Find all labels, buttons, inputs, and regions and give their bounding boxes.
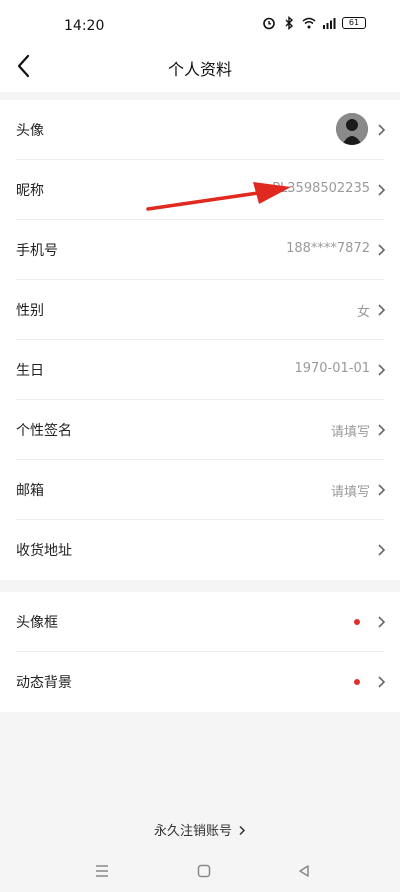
chevron-right-icon <box>378 184 386 196</box>
page-title: 个人资料 <box>167 60 232 79</box>
home-square-icon[interactable] <box>196 863 212 879</box>
menu-icon[interactable] <box>94 863 110 879</box>
row-label: 邮箱 <box>16 483 44 499</box>
row-phone[interactable]: 手机号 188****7872 <box>0 220 400 280</box>
back-triangle-icon[interactable] <box>296 863 312 879</box>
row-gender[interactable]: 性别 女 <box>0 280 400 340</box>
chevron-right-icon <box>378 364 386 376</box>
chevron-right-icon <box>239 825 246 836</box>
cancel-account-label: 永久注销账号 <box>153 824 232 839</box>
row-label: 个性签名 <box>16 423 72 439</box>
battery-indicator: 61 <box>342 17 366 29</box>
row-signature[interactable]: 个性签名 请填写 <box>0 400 400 460</box>
wifi-icon <box>302 17 316 29</box>
bluetooth-icon <box>285 16 294 30</box>
signature-value: 请填写 <box>330 425 370 440</box>
nickname-value: PL3598502235 <box>272 181 370 196</box>
signal-icon <box>323 18 336 29</box>
chevron-right-icon <box>378 424 386 436</box>
decoration-section: 头像框 动态背景 <box>0 592 400 712</box>
cancel-account-link[interactable]: 永久注销账号 <box>0 820 400 839</box>
chevron-right-icon <box>378 244 386 256</box>
chevron-right-icon <box>378 616 386 628</box>
row-label: 头像框 <box>16 615 58 631</box>
chevron-right-icon <box>378 676 386 688</box>
profile-info-section: 头像 昵称 PL3598502235 手机号 188****7872 性别 女 … <box>0 100 400 580</box>
chevron-right-icon <box>378 124 386 136</box>
status-icons: 61 <box>262 16 366 30</box>
avatar <box>336 113 368 145</box>
row-label: 收货地址 <box>16 543 72 559</box>
row-label: 动态背景 <box>16 675 72 691</box>
chevron-right-icon <box>378 484 386 496</box>
row-avatar-frame[interactable]: 头像框 <box>0 592 400 652</box>
email-value: 请填写 <box>330 485 370 500</box>
row-dynamic-background[interactable]: 动态背景 <box>0 652 400 712</box>
nav-bar: 个人资料 <box>0 40 400 92</box>
chevron-right-icon <box>378 544 386 556</box>
row-label: 头像 <box>16 123 44 139</box>
gender-value: 女 <box>356 305 370 320</box>
row-birthday[interactable]: 生日 1970-01-01 <box>0 340 400 400</box>
phone-value: 188****7872 <box>286 241 370 256</box>
row-address[interactable]: 收货地址 <box>0 520 400 580</box>
red-dot-badge <box>354 679 360 685</box>
row-email[interactable]: 邮箱 请填写 <box>0 460 400 520</box>
row-avatar[interactable]: 头像 <box>0 100 400 160</box>
row-nickname[interactable]: 昵称 PL3598502235 <box>0 160 400 220</box>
row-label: 性别 <box>16 303 44 319</box>
row-label: 昵称 <box>16 183 44 199</box>
birthday-value: 1970-01-01 <box>294 361 370 376</box>
avatar-image <box>336 113 368 145</box>
alarm-icon <box>263 17 275 30</box>
row-label: 生日 <box>16 363 44 379</box>
chevron-right-icon <box>378 304 386 316</box>
red-dot-badge <box>354 619 360 625</box>
row-label: 手机号 <box>16 243 58 259</box>
status-time: 14:20 <box>64 18 105 34</box>
system-nav-bar <box>0 850 400 892</box>
